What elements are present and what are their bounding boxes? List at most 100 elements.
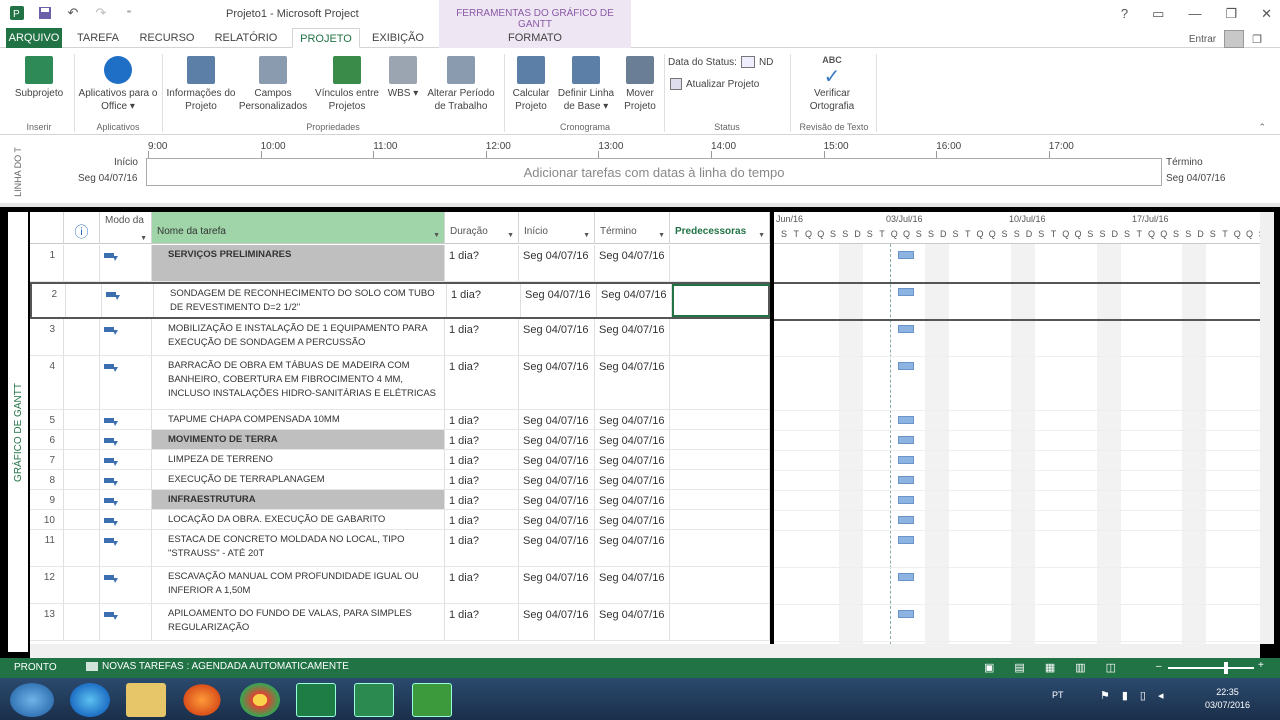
column-header-start[interactable]: Início ▼ (519, 212, 595, 244)
zoom-in-icon[interactable]: + (1258, 660, 1264, 671)
start-cell[interactable]: Seg 04/07/16 (519, 604, 595, 640)
column-header-task-name[interactable]: Nome da tarefa ▼ (152, 212, 445, 244)
table-row[interactable]: 8 EXECUÇÃO DE TERRAPLANAGEM 1 dia? Seg 04/0… (30, 470, 770, 490)
row-id[interactable]: 8 (30, 470, 64, 489)
gantt-task-bar[interactable] (898, 416, 914, 424)
gantt-task-bar[interactable] (898, 362, 914, 370)
task-mode-cell[interactable] (100, 410, 152, 429)
undo-icon[interactable]: ↶ (64, 4, 82, 22)
user-area[interactable]: Entrar ❐ (1189, 30, 1262, 48)
task-name-cell[interactable]: SONDAGEM DE RECONHECIMENTO DO SOLO COM T… (154, 284, 447, 317)
start-cell[interactable]: Seg 04/07/16 (521, 284, 597, 317)
task-name-cell[interactable]: LOCAÇÃO DA OBRA. EXECUÇÃO DE GABARITO (152, 510, 445, 529)
finish-cell[interactable]: Seg 04/07/16 (595, 410, 670, 429)
duration-cell[interactable]: 1 dia? (445, 356, 519, 409)
task-name-cell[interactable]: BARRACÃO DE OBRA EM TÁBUAS DE MADEIRA CO… (152, 356, 445, 409)
tab-arquivo[interactable]: ARQUIVO (6, 28, 62, 48)
column-header-id[interactable] (30, 212, 64, 244)
row-id[interactable]: 11 (30, 530, 64, 566)
row-id[interactable]: 9 (30, 490, 64, 509)
indicator-cell[interactable] (64, 245, 100, 281)
table-row[interactable]: 7 LIMPEZA DE TERRENO 1 dia? Seg 04/07/16 Seg… (30, 450, 770, 470)
duration-cell[interactable]: 1 dia? (447, 284, 521, 317)
gantt-task-bar[interactable] (898, 516, 914, 524)
collapse-ribbon-icon[interactable]: ⌃ (1258, 122, 1266, 133)
row-id[interactable]: 5 (30, 410, 64, 429)
start-cell[interactable]: Seg 04/07/16 (519, 470, 595, 489)
duration-cell[interactable]: 1 dia? (445, 567, 519, 603)
tab-exibicao[interactable]: EXIBIÇÃO (364, 28, 432, 48)
start-cell[interactable]: Seg 04/07/16 (519, 510, 595, 529)
finish-cell[interactable]: Seg 04/07/16 (595, 490, 670, 509)
project-app-icon[interactable]: P (8, 4, 26, 22)
indicator-cell[interactable] (64, 470, 100, 489)
predecessors-cell[interactable] (670, 490, 770, 509)
row-id[interactable]: 2 (32, 284, 66, 317)
table-row[interactable]: 12 ESCAVAÇÃO MANUAL COM PROFUNDIDADE IGUA… (30, 567, 770, 604)
column-header-duration[interactable]: Duração ▼ (445, 212, 519, 244)
task-mode-cell[interactable] (100, 510, 152, 529)
row-id[interactable]: 10 (30, 510, 64, 529)
predecessors-cell[interactable] (670, 567, 770, 603)
camtasia-icon[interactable] (412, 683, 452, 717)
task-mode-cell[interactable] (100, 470, 152, 489)
taskbar-clock[interactable]: 22:35 03/07/2016 (1205, 686, 1250, 712)
minimize-icon[interactable]: — (1188, 6, 1201, 22)
start-cell[interactable]: Seg 04/07/16 (519, 450, 595, 469)
gantt-task-bar[interactable] (898, 610, 914, 618)
spelling-button[interactable]: ABC ✓ Verificar Ortografia (800, 54, 864, 113)
table-row[interactable]: 13 APILOAMENTO DO FUNDO DE VALAS, PARA SI… (30, 604, 770, 641)
row-id[interactable]: 1 (30, 245, 64, 281)
indicator-cell[interactable] (64, 530, 100, 566)
duration-cell[interactable]: 1 dia? (445, 450, 519, 469)
start-cell[interactable]: Seg 04/07/16 (519, 245, 595, 281)
task-name-cell[interactable]: ESCAVAÇÃO MANUAL COM PROFUNDIDADE IGUAL … (152, 567, 445, 603)
task-name-cell[interactable]: APILOAMENTO DO FUNDO DE VALAS, PARA SIMP… (152, 604, 445, 640)
task-mode-cell[interactable] (100, 490, 152, 509)
predecessors-cell[interactable] (670, 450, 770, 469)
finish-cell[interactable]: Seg 04/07/16 (595, 470, 670, 489)
duration-cell[interactable]: 1 dia? (445, 410, 519, 429)
task-mode-cell[interactable] (102, 284, 154, 317)
vertical-scrollbar[interactable] (1260, 212, 1274, 644)
row-id[interactable]: 4 (30, 356, 64, 409)
move-project-button[interactable]: Mover Projeto (618, 56, 662, 113)
task-name-cell[interactable]: TAPUME CHAPA COMPENSADA 10MM (152, 410, 445, 429)
finish-cell[interactable]: Seg 04/07/16 (595, 530, 670, 566)
row-id[interactable]: 12 (30, 567, 64, 603)
gantt-chart[interactable]: Jun/16 03/Jul/16 10/Jul/16 17/Jul/16 S T Q Q S S D… (774, 212, 1260, 644)
indicator-cell[interactable] (64, 490, 100, 509)
restore-icon[interactable]: ❐ (1225, 6, 1237, 22)
finish-cell[interactable]: Seg 04/07/16 (595, 604, 670, 640)
restore-ribbon-icon[interactable]: ❐ (1252, 33, 1262, 46)
tab-formato[interactable]: FORMATO (439, 28, 631, 48)
wbs-button[interactable]: WBS ▾ (386, 56, 420, 100)
indicator-cell[interactable] (64, 567, 100, 603)
project-info-button[interactable]: Informações do Projeto (166, 56, 236, 113)
table-row[interactable]: 11 ESTACA DE CONCRETO MOLDADA NO LOCAL, T… (30, 530, 770, 567)
predecessors-cell[interactable] (670, 356, 770, 409)
start-cell[interactable]: Seg 04/07/16 (519, 490, 595, 509)
tab-tarefa[interactable]: TAREFA (68, 28, 128, 48)
indicator-cell[interactable] (66, 284, 102, 317)
table-row[interactable]: 1 SERVIÇOS PRELIMINARES 1 dia? Seg 04/07/16… (30, 245, 770, 282)
predecessors-cell[interactable] (670, 604, 770, 640)
subproject-button[interactable]: Subprojeto (8, 56, 70, 100)
finish-cell[interactable]: Seg 04/07/16 (595, 430, 670, 449)
duration-cell[interactable]: 1 dia? (445, 490, 519, 509)
duration-cell[interactable]: 1 dia? (445, 470, 519, 489)
table-row[interactable]: 10 LOCAÇÃO DA OBRA. EXECUÇÃO DE GABARITO 1… (30, 510, 770, 530)
customize-qat-icon[interactable]: ⁼ (120, 4, 138, 22)
calculate-project-button[interactable]: Calcular Projeto (508, 56, 554, 113)
tab-recurso[interactable]: RECURSO (134, 28, 200, 48)
finish-cell[interactable]: Seg 04/07/16 (595, 450, 670, 469)
indicator-cell[interactable] (64, 356, 100, 409)
team-planner-icon[interactable]: ▦ (1045, 661, 1055, 674)
gantt-task-bar[interactable] (898, 476, 914, 484)
change-working-time-button[interactable]: Alterar Período de Trabalho (422, 56, 500, 113)
task-mode-cell[interactable] (100, 245, 152, 281)
set-baseline-button[interactable]: Definir Linha de Base ▾ (554, 56, 618, 113)
horizontal-scrollbar[interactable] (30, 644, 1260, 658)
column-header-mode[interactable]: Modo da ▼ (100, 212, 152, 244)
table-row[interactable]: 2 SONDAGEM DE RECONHECIMENTO DO SOLO COM … (30, 282, 770, 319)
